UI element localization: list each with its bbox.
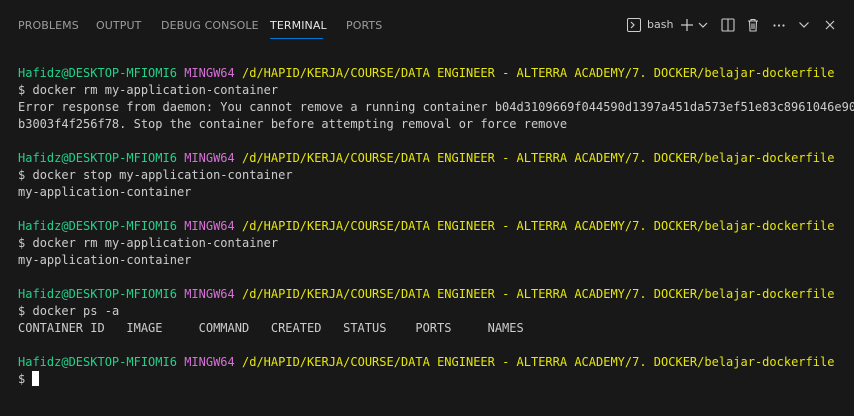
command-text: docker stop my-application-container bbox=[32, 168, 293, 182]
command-line: $ docker rm my-application-container bbox=[18, 82, 848, 99]
prompt-user-host: Hafidz@DESKTOP-MFIOMI6 bbox=[18, 287, 177, 301]
prompt-user-host: Hafidz@DESKTOP-MFIOMI6 bbox=[18, 219, 177, 233]
prompt-path: /d/HAPID/KERJA/COURSE/DATA ENGINEER - AL… bbox=[242, 287, 835, 301]
panel-header: PROBLEMS OUTPUT DEBUG CONSOLE TERMINAL P… bbox=[0, 0, 854, 52]
tab-terminal[interactable]: TERMINAL bbox=[270, 19, 327, 33]
close-icon[interactable] bbox=[823, 18, 837, 38]
prompt-line: Hafidz@DESKTOP-MFIOMI6 MINGW64 /d/HAPID/… bbox=[18, 286, 848, 303]
prompt-path: /d/HAPID/KERJA/COURSE/DATA ENGINEER - AL… bbox=[242, 151, 835, 165]
plus-icon[interactable] bbox=[679, 17, 695, 37]
trash-icon[interactable] bbox=[745, 17, 761, 37]
chevron-down-icon[interactable] bbox=[697, 20, 709, 40]
command-text: docker ps -a bbox=[32, 304, 120, 318]
prompt-user-host: Hafidz@DESKTOP-MFIOMI6 bbox=[18, 66, 177, 80]
prompt-env: MINGW64 bbox=[184, 287, 235, 301]
output-line: my-application-container bbox=[18, 253, 192, 267]
tab-output[interactable]: OUTPUT bbox=[96, 19, 141, 33]
active-command-line[interactable]: $ bbox=[18, 371, 848, 388]
prompt-symbol: $ bbox=[18, 236, 26, 250]
command-line: $ docker stop my-application-container bbox=[18, 167, 848, 184]
prompt-symbol: $ bbox=[18, 372, 26, 386]
prompt-env: MINGW64 bbox=[184, 66, 235, 80]
terminal-icon[interactable] bbox=[626, 17, 642, 37]
prompt-line: Hafidz@DESKTOP-MFIOMI6 MINGW64 /d/HAPID/… bbox=[18, 150, 848, 167]
prompt-user-host: Hafidz@DESKTOP-MFIOMI6 bbox=[18, 355, 177, 369]
ellipsis-icon[interactable] bbox=[771, 17, 787, 37]
prompt-line: Hafidz@DESKTOP-MFIOMI6 MINGW64 /d/HAPID/… bbox=[18, 354, 848, 371]
chevron-up-icon[interactable] bbox=[797, 18, 811, 38]
prompt-line: Hafidz@DESKTOP-MFIOMI6 MINGW64 /d/HAPID/… bbox=[18, 218, 848, 235]
prompt-path: /d/HAPID/KERJA/COURSE/DATA ENGINEER - AL… bbox=[242, 355, 835, 369]
terminal-output[interactable]: Hafidz@DESKTOP-MFIOMI6 MINGW64 /d/HAPID/… bbox=[18, 65, 854, 388]
prompt-env: MINGW64 bbox=[184, 151, 235, 165]
command-line: $ docker ps -a bbox=[18, 303, 848, 320]
prompt-symbol: $ bbox=[18, 304, 26, 318]
tab-problems[interactable]: PROBLEMS bbox=[18, 19, 79, 33]
prompt-env: MINGW64 bbox=[184, 219, 235, 233]
command-line: $ docker rm my-application-container bbox=[18, 235, 848, 252]
output-line: Error response from daemon: You cannot r… bbox=[18, 100, 854, 114]
active-tab-indicator bbox=[270, 38, 323, 39]
shell-name[interactable]: bash bbox=[647, 18, 673, 32]
tab-ports[interactable]: PORTS bbox=[346, 19, 382, 33]
command-text: docker rm my-application-container bbox=[32, 83, 279, 97]
prompt-line: Hafidz@DESKTOP-MFIOMI6 MINGW64 /d/HAPID/… bbox=[18, 65, 848, 82]
prompt-user-host: Hafidz@DESKTOP-MFIOMI6 bbox=[18, 151, 177, 165]
output-line: my-application-container bbox=[18, 185, 192, 199]
prompt-path: /d/HAPID/KERJA/COURSE/DATA ENGINEER - AL… bbox=[242, 219, 835, 233]
prompt-path: /d/HAPID/KERJA/COURSE/DATA ENGINEER - AL… bbox=[242, 66, 835, 80]
tab-debug-console[interactable]: DEBUG CONSOLE bbox=[161, 19, 259, 33]
output-line: b3003f4f256f78. Stop the container befor… bbox=[18, 117, 568, 131]
prompt-env: MINGW64 bbox=[184, 355, 235, 369]
split-icon[interactable] bbox=[720, 17, 736, 37]
table-header-line: CONTAINER ID IMAGE COMMAND CREATED STATU… bbox=[18, 321, 524, 335]
command-text: docker rm my-application-container bbox=[32, 236, 279, 250]
prompt-symbol: $ bbox=[18, 83, 26, 97]
terminal-cursor bbox=[32, 371, 40, 386]
prompt-symbol: $ bbox=[18, 168, 26, 182]
